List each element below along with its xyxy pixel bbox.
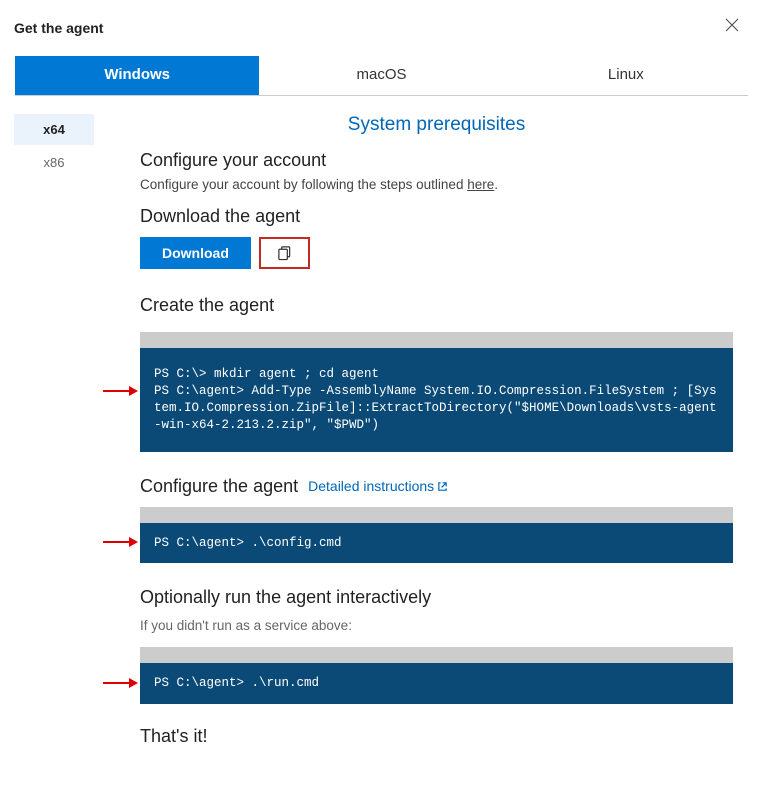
detailed-instructions-link[interactable]: Detailed instructions xyxy=(308,478,448,494)
close-button[interactable] xyxy=(721,14,743,41)
configure-account-text: Configure your account by following the … xyxy=(140,177,733,192)
detailed-instructions-label: Detailed instructions xyxy=(308,478,434,494)
copy-button[interactable] xyxy=(259,237,310,269)
configure-account-text-prefix: Configure your account by following the … xyxy=(140,177,467,192)
os-tabs: Windows macOS Linux xyxy=(15,56,748,96)
create-agent-code[interactable]: PS C:\> mkdir agent ; cd agent PS C:\age… xyxy=(140,332,733,452)
download-agent-title: Download the agent xyxy=(140,206,733,227)
tab-windows[interactable]: Windows xyxy=(15,56,259,95)
configure-account-title: Configure your account xyxy=(140,150,733,171)
copy-icon xyxy=(277,245,292,261)
configure-account-here-link[interactable]: here xyxy=(467,177,494,192)
download-button[interactable]: Download xyxy=(140,237,251,269)
close-icon xyxy=(725,18,739,32)
configure-agent-code[interactable]: PS C:\agent> .\config.cmd xyxy=(140,507,733,564)
arch-sidebar: x64 x86 xyxy=(0,114,100,753)
run-agent-title: Optionally run the agent interactively xyxy=(140,587,733,608)
annotation-arrow-icon xyxy=(102,384,138,396)
thats-it-title: That's it! xyxy=(140,726,733,747)
arch-item-x86[interactable]: x86 xyxy=(14,147,94,178)
external-link-icon xyxy=(437,481,448,492)
tab-macos[interactable]: macOS xyxy=(259,56,503,95)
run-agent-code[interactable]: PS C:\agent> .\run.cmd xyxy=(140,647,733,704)
configure-account-text-suffix: . xyxy=(494,177,498,192)
create-agent-title: Create the agent xyxy=(140,295,733,316)
annotation-arrow-icon xyxy=(102,676,138,688)
arch-item-x64[interactable]: x64 xyxy=(14,114,94,145)
configure-agent-title: Configure the agent xyxy=(140,476,298,497)
run-agent-note: If you didn't run as a service above: xyxy=(140,618,733,633)
system-prerequisites-link[interactable]: System prerequisites xyxy=(140,114,733,136)
tab-linux[interactable]: Linux xyxy=(504,56,748,95)
annotation-arrow-icon xyxy=(102,535,138,547)
dialog-title: Get the agent xyxy=(14,20,103,36)
